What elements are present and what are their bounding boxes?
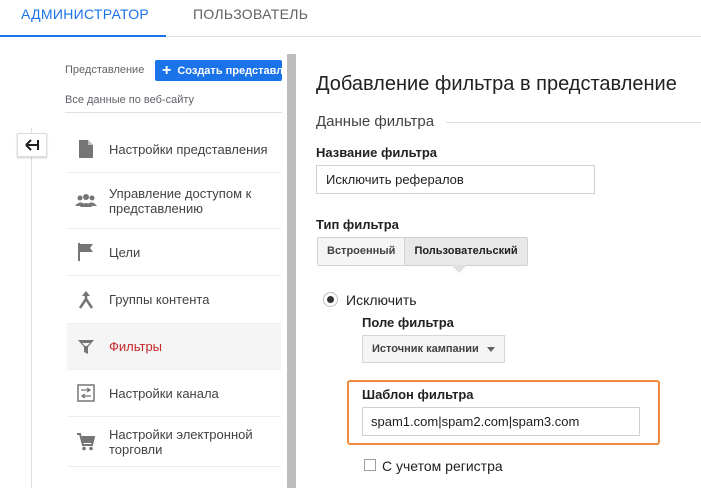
- filter-name-input[interactable]: Исключить рефералов: [316, 165, 595, 194]
- nav-label: Цели: [109, 244, 141, 260]
- nav-label: Фильтры: [109, 339, 163, 354]
- document-icon: [67, 140, 105, 158]
- nav-item-content-groups[interactable]: Группы контента: [67, 276, 281, 324]
- people-icon: [67, 193, 105, 208]
- view-selector[interactable]: Все данные по веб-сайту: [65, 94, 194, 106]
- nav-item-goals[interactable]: Цели: [67, 229, 281, 276]
- filter-field-label: Поле фильтра: [362, 315, 454, 330]
- divider: [65, 112, 282, 113]
- nav-label: Настройки представления: [109, 141, 268, 157]
- nav-item-filters[interactable]: Фильтры: [67, 324, 281, 370]
- timeline-line: [31, 128, 32, 488]
- merge-arrows-icon: [67, 290, 105, 309]
- section-title: Данные фильтра: [316, 113, 435, 130]
- page-title: Добавление фильтра в представление: [316, 73, 677, 95]
- nav-label: Управление доступом к представлению: [109, 185, 252, 216]
- tab-admin[interactable]: Администратор: [0, 0, 166, 37]
- type-builtin-button[interactable]: Встроенный: [318, 238, 405, 265]
- filter-field-value: Источник кампании: [372, 343, 479, 355]
- filter-type-label: Тип фильтра: [316, 217, 399, 232]
- flag-icon: [67, 243, 105, 261]
- pattern-label: Шаблон фильтра: [362, 387, 474, 402]
- nav-item-ecommerce-settings[interactable]: Настройки электронной торговли: [67, 417, 281, 467]
- plus-icon: +: [162, 61, 172, 79]
- nav-label: Настройки электронной торговли: [109, 426, 253, 457]
- filter-name-label: Название фильтра: [316, 145, 437, 160]
- exclude-radio[interactable]: [323, 292, 338, 307]
- filter-pattern-input[interactable]: spam1.com|spam2.com|spam3.com: [362, 407, 640, 436]
- nav-item-access-management[interactable]: Управление доступом к представлению: [67, 173, 281, 229]
- case-sensitive-checkbox[interactable]: [364, 459, 376, 471]
- filter-icon: [67, 339, 105, 355]
- nav-label: Настройки канала: [109, 385, 219, 401]
- selection-pointer: [451, 265, 467, 273]
- scrollbar[interactable]: [287, 54, 296, 488]
- exclude-radio-label: Исключить: [346, 292, 417, 308]
- section-divider: [446, 122, 701, 123]
- nav-item-channel-settings[interactable]: Настройки канала: [67, 370, 281, 417]
- type-custom-button[interactable]: Пользовательский: [404, 238, 527, 265]
- sidebar-nav: Настройки представления Управление досту…: [67, 126, 281, 467]
- case-sensitive-label: С учетом регистра: [382, 458, 503, 474]
- chevron-down-icon: [487, 347, 495, 352]
- create-view-button[interactable]: + Создать представл: [155, 60, 282, 81]
- cart-icon: [67, 432, 105, 451]
- tab-user[interactable]: Пользователь: [193, 0, 308, 37]
- filter-field-select[interactable]: Источник кампании: [362, 335, 505, 363]
- nav-item-view-settings[interactable]: Настройки представления: [67, 126, 281, 173]
- back-arrow-icon: [25, 139, 39, 151]
- top-tabs: Администратор Пользователь: [0, 0, 701, 37]
- filter-type-toggle: Встроенный Пользовательский: [317, 237, 528, 266]
- view-label: Представление: [65, 64, 145, 76]
- back-button[interactable]: [17, 133, 47, 157]
- channel-settings-icon: [67, 384, 105, 402]
- nav-label: Группы контента: [109, 292, 210, 307]
- create-view-label: Создать представл: [177, 64, 282, 77]
